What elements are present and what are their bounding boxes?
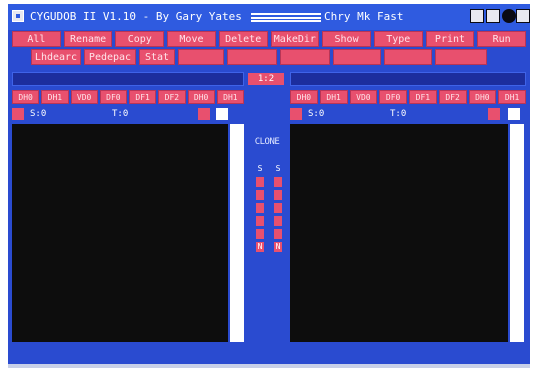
drive-button[interactable]: DH1 [41,90,69,104]
right-status-size: S:0 [308,109,325,119]
depth-front-icon[interactable] [516,9,530,23]
close-icon[interactable] [12,10,24,22]
mode-letter[interactable]: S [274,164,282,174]
left-mode-column: S N [256,164,264,252]
left-path-field[interactable] [12,72,244,86]
drive-button[interactable]: DF1 [409,90,437,104]
mode-letter[interactable]: N [274,242,282,252]
depth-back-icon[interactable] [502,9,516,23]
drive-button[interactable]: DF2 [438,90,467,104]
drive-button[interactable]: DH0 [187,90,215,104]
lhdearc-button[interactable]: Lhdearc [31,49,81,65]
right-mode-column: S N [274,164,282,252]
bottom-border [8,364,530,368]
mode-letter[interactable]: S [256,164,264,174]
right-status-bar: S:0 T:0 [290,107,526,121]
mode-button[interactable] [256,216,264,226]
mode-button[interactable] [256,177,264,187]
left-drive-buttons: DH0 DH1 VD0 DF0 DF1 DF2 DH0 DH1 [12,90,244,104]
copy-button[interactable]: Copy [115,31,165,47]
show-button[interactable]: Show [322,31,371,47]
left-status-total: T:0 [112,109,129,119]
mode-button[interactable] [256,229,264,239]
clone-button[interactable]: CLONE [254,137,280,147]
command-button[interactable] [435,49,487,65]
command-button[interactable] [333,49,381,65]
drive-button[interactable]: VD0 [70,90,98,104]
drive-button[interactable]: DH1 [498,90,526,104]
iconify-icon[interactable] [486,9,500,23]
mode-letter[interactable]: N [256,242,264,252]
drive-button[interactable]: DF0 [99,90,127,104]
row-indent [12,49,28,65]
command-button[interactable] [227,49,277,65]
drive-button[interactable]: DH0 [12,90,40,104]
mode-button[interactable] [274,216,282,226]
drive-button[interactable]: DH0 [468,90,497,104]
drive-button[interactable]: VD0 [349,90,378,104]
zoom-icon[interactable] [470,9,484,23]
left-parent-icon[interactable] [12,108,24,120]
drive-button[interactable]: DH1 [319,90,348,104]
left-scrollbar[interactable] [230,124,244,342]
move-button[interactable]: Move [167,31,216,47]
all-button[interactable]: All [12,31,61,47]
stat-button[interactable]: Stat [139,49,175,65]
pedepac-button[interactable]: Pedepac [84,49,136,65]
delete-button[interactable]: Delete [218,31,268,47]
right-path-field[interactable] [290,72,526,86]
drive-button[interactable]: DH0 [290,90,318,104]
makedir-button[interactable]: MakeDir [270,31,320,47]
drag-bar[interactable] [251,13,321,22]
mode-button[interactable] [256,203,264,213]
right-root-icon[interactable] [488,108,500,120]
command-button[interactable] [280,49,330,65]
print-button[interactable]: Print [425,31,475,47]
command-button[interactable] [178,49,224,65]
window-title: CYGUDOB II V1.10 - By Gary Yates [30,10,242,23]
title-bar[interactable]: CYGUDOB II V1.10 - By Gary Yates Chry Mk… [8,4,530,30]
right-scroll-up-icon[interactable] [508,108,520,120]
mode-button[interactable] [274,229,282,239]
run-button[interactable]: Run [477,31,527,47]
mode-button[interactable] [274,190,282,200]
right-scrollbar[interactable] [510,124,524,342]
right-status-total: T:0 [390,109,407,119]
mode-button[interactable] [256,190,264,200]
left-status-bar: S:0 T:0 [12,107,244,121]
screen: CYGUDOB II V1.10 - By Gary Yates Chry Mk… [8,4,530,368]
mid-toggle-button[interactable]: 1:2 [248,73,284,85]
right-drive-buttons: DH0 DH1 VD0 DF0 DF1 DF2 DH0 DH1 [290,90,526,104]
left-file-list[interactable] [12,124,228,342]
left-root-icon[interactable] [198,108,210,120]
command-row-1: All Rename Copy Move Delete MakeDir Show… [12,31,527,47]
rename-button[interactable]: Rename [63,31,113,47]
drive-button[interactable]: DH1 [216,90,244,104]
command-button[interactable] [384,49,432,65]
mode-button[interactable] [274,177,282,187]
left-scroll-up-icon[interactable] [216,108,228,120]
right-parent-icon[interactable] [290,108,302,120]
type-button[interactable]: Type [373,31,423,47]
drive-button[interactable]: DF0 [379,90,407,104]
title-info: Chry Mk Fast [324,10,404,23]
left-status-size: S:0 [30,109,47,119]
command-row-2: Lhdearc Pedepac Stat [12,49,526,65]
drive-button[interactable]: DF1 [129,90,157,104]
drive-button[interactable]: DF2 [158,90,186,104]
mode-button[interactable] [274,203,282,213]
right-file-list[interactable] [290,124,508,342]
